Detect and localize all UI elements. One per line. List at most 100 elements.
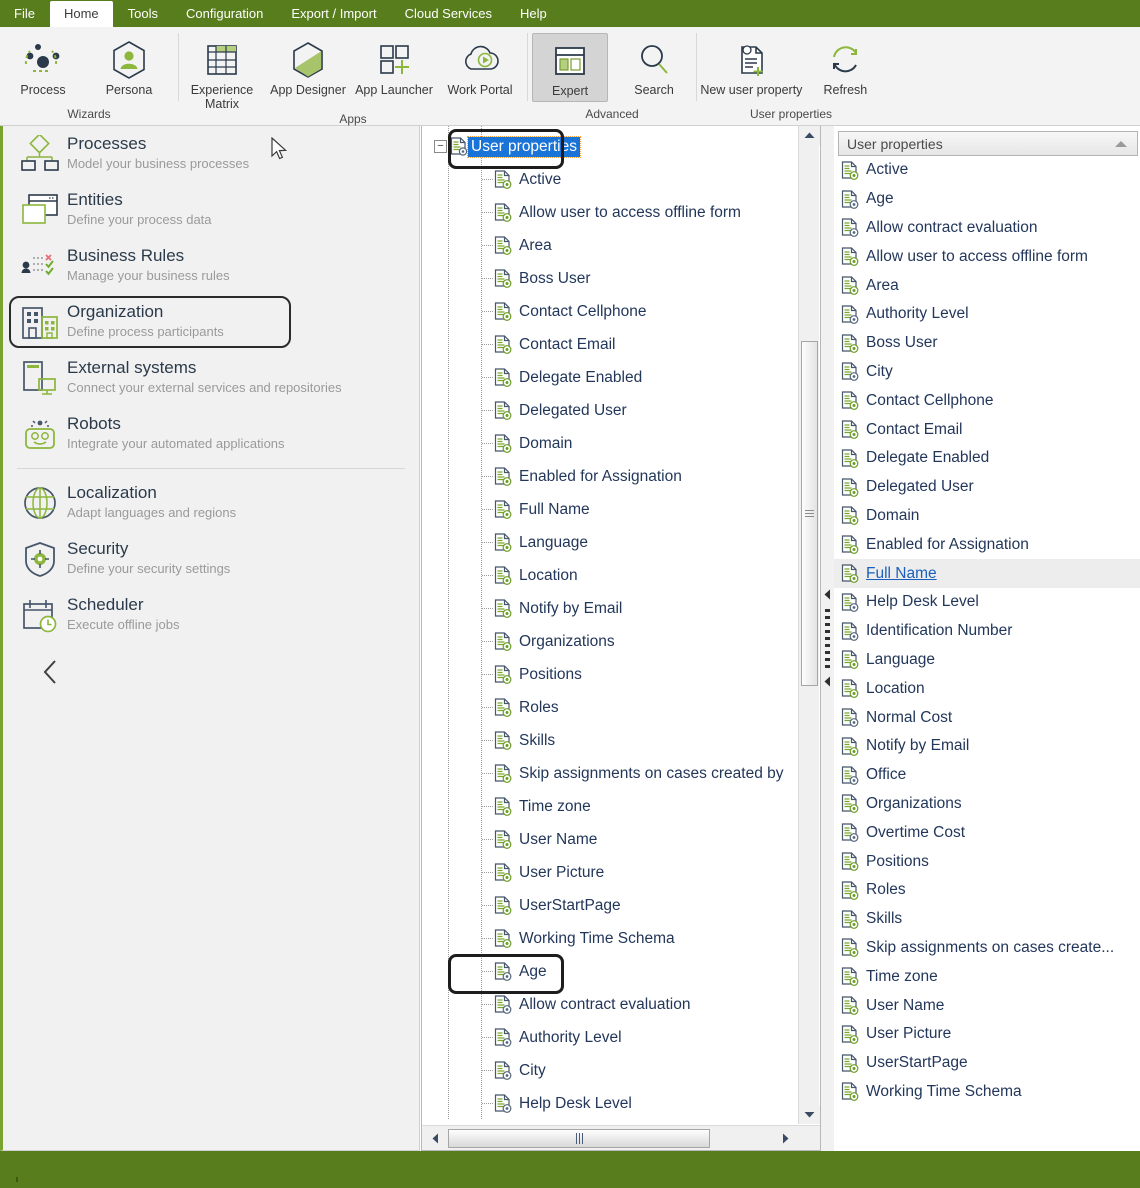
list-item[interactable]: Domain — [834, 502, 1140, 531]
list-item[interactable]: Help Desk Level — [834, 588, 1140, 617]
tree-node[interactable]: Domain — [422, 427, 798, 460]
tree-node[interactable]: City — [422, 1054, 798, 1087]
menu-item-home[interactable]: Home — [48, 0, 114, 27]
list-item[interactable]: Roles — [834, 876, 1140, 905]
sidebar-item-organization[interactable]: Organization Define process participants — [3, 294, 419, 350]
scroll-left-icon[interactable] — [422, 1127, 448, 1150]
tree-node[interactable]: Positions — [422, 658, 798, 691]
list-item[interactable]: Authority Level — [834, 300, 1140, 329]
menu-item-export-import[interactable]: Export / Import — [277, 0, 390, 27]
tree-node[interactable]: Age — [422, 954, 798, 994]
tree-node[interactable]: Enabled for Assignation — [422, 460, 798, 493]
list-item[interactable]: User Picture — [834, 1020, 1140, 1049]
tree-node[interactable]: Delegate Enabled — [422, 361, 798, 394]
sidebar-item-entities[interactable]: Entities Define your process data — [3, 182, 419, 238]
menu-item-cloud-services[interactable]: Cloud Services — [391, 0, 506, 27]
tree-node[interactable]: Organizations — [422, 625, 798, 658]
list-item[interactable]: Organizations — [834, 790, 1140, 819]
list-item[interactable]: Allow user to access offline form — [834, 242, 1140, 271]
list-item[interactable]: Contact Email — [834, 415, 1140, 444]
list-item[interactable]: Language — [834, 646, 1140, 675]
tree-node[interactable]: Area — [422, 229, 798, 262]
list-item[interactable]: Notify by Email — [834, 732, 1140, 761]
list-item[interactable]: Identification Number — [834, 617, 1140, 646]
list-item[interactable]: User Name — [834, 991, 1140, 1020]
tree-node[interactable]: Delegated User — [422, 394, 798, 427]
refresh-button[interactable]: Refresh — [806, 33, 885, 97]
tree-node[interactable]: User Name — [422, 823, 798, 856]
process-button[interactable]: Process — [0, 33, 86, 97]
list-item[interactable]: Office — [834, 761, 1140, 790]
tree-node[interactable]: User Picture — [422, 856, 798, 889]
list-item[interactable]: Full Name — [834, 559, 1140, 588]
menu-item-file[interactable]: File — [0, 0, 49, 27]
sidebar-item-processes[interactable]: Processes Model your business processes — [3, 126, 419, 182]
tree-horizontal-scrollbar[interactable] — [422, 1125, 820, 1150]
tree-scroll-thumb[interactable] — [801, 341, 818, 686]
sidebar-item-external-systems[interactable]: External systems Connect your external s… — [3, 350, 419, 406]
list-item[interactable]: Age — [834, 185, 1140, 214]
tree-node[interactable]: UserStartPage — [422, 889, 798, 922]
app-designer-button[interactable]: App Designer — [265, 33, 351, 97]
tree-vertical-scrollbar[interactable] — [798, 126, 820, 1124]
tree-node[interactable]: Roles — [422, 691, 798, 724]
tree-node[interactable]: Allow contract evaluation — [422, 988, 798, 1021]
list-item[interactable]: Allow contract evaluation — [834, 214, 1140, 243]
list-item[interactable]: UserStartPage — [834, 1049, 1140, 1078]
tree-hscroll-thumb[interactable] — [448, 1128, 710, 1148]
list-item[interactable]: City — [834, 358, 1140, 387]
tree-node[interactable]: Skip assignments on cases created by — [422, 757, 798, 790]
sidebar-item-security[interactable]: Security Define your security settings — [3, 531, 419, 587]
list-item[interactable]: Contact Cellphone — [834, 386, 1140, 415]
sort-ascending-icon[interactable] — [1113, 136, 1129, 152]
tree-node[interactable]: Allow user to access offline form — [422, 196, 798, 229]
scroll-down-icon[interactable] — [799, 1105, 820, 1124]
tree-node[interactable]: Skills — [422, 724, 798, 757]
tree-node-user-properties[interactable]: − User properties — [422, 129, 798, 169]
list-item[interactable]: Normal Cost — [834, 703, 1140, 732]
list-item[interactable]: Boss User — [834, 329, 1140, 358]
list-item[interactable]: Time zone — [834, 962, 1140, 991]
menu-item-help[interactable]: Help — [506, 0, 561, 27]
list-item[interactable]: Working Time Schema — [834, 1078, 1140, 1107]
tree-node[interactable]: Authority Level — [422, 1021, 798, 1054]
sidebar-item-localization[interactable]: Localization Adapt languages and regions — [3, 475, 419, 531]
list-item[interactable]: Overtime Cost — [834, 818, 1140, 847]
sidebar-item-business-rules[interactable]: Business Rules Manage your business rule… — [3, 238, 419, 294]
collapse-left-icon-bottom[interactable] — [823, 675, 832, 690]
scroll-right-icon[interactable] — [772, 1127, 798, 1150]
tree-node[interactable]: Notify by Email — [422, 592, 798, 625]
list-item[interactable]: Active — [834, 156, 1140, 185]
tree-node[interactable]: Contact Email — [422, 328, 798, 361]
new-user-property-button[interactable]: New user property — [697, 33, 806, 97]
list-item[interactable]: Enabled for Assignation — [834, 530, 1140, 559]
panel-splitter[interactable] — [821, 126, 834, 1151]
sidebar-item-scheduler[interactable]: Scheduler Execute offline jobs — [3, 587, 419, 643]
list-item[interactable]: Delegated User — [834, 473, 1140, 502]
list-item[interactable]: Skills — [834, 905, 1140, 934]
experience-matrix-button[interactable]: Experience Matrix — [179, 33, 265, 111]
app-launcher-button[interactable]: App Launcher — [351, 33, 437, 97]
menu-item-configuration[interactable]: Configuration — [172, 0, 277, 27]
tree-expander-icon[interactable]: − — [434, 140, 447, 153]
sidebar-collapse-button[interactable] — [3, 643, 419, 692]
tree-node[interactable]: Location — [422, 559, 798, 592]
tree-node[interactable]: Language — [422, 526, 798, 559]
collapse-left-icon-top[interactable] — [823, 588, 832, 603]
work-portal-button[interactable]: Work Portal — [437, 33, 523, 97]
search-button[interactable]: Search — [612, 33, 696, 97]
scroll-up-icon[interactable] — [799, 126, 820, 145]
list-header[interactable]: User properties — [838, 131, 1138, 156]
list-item[interactable]: Skip assignments on cases create... — [834, 934, 1140, 963]
list-item[interactable]: Area — [834, 271, 1140, 300]
expert-button[interactable]: Expert — [532, 33, 609, 102]
tree-node[interactable]: Time zone — [422, 790, 798, 823]
tree-node[interactable]: Boss User — [422, 262, 798, 295]
list-item[interactable]: Delegate Enabled — [834, 444, 1140, 473]
tree-node[interactable]: Active — [422, 163, 798, 196]
tree-node[interactable]: Working Time Schema — [422, 922, 798, 955]
persona-button[interactable]: Persona — [86, 33, 172, 97]
menu-item-tools[interactable]: Tools — [114, 0, 172, 27]
tree-node[interactable]: Contact Cellphone — [422, 295, 798, 328]
sidebar-item-robots[interactable]: Robots Integrate your automated applicat… — [3, 406, 419, 462]
